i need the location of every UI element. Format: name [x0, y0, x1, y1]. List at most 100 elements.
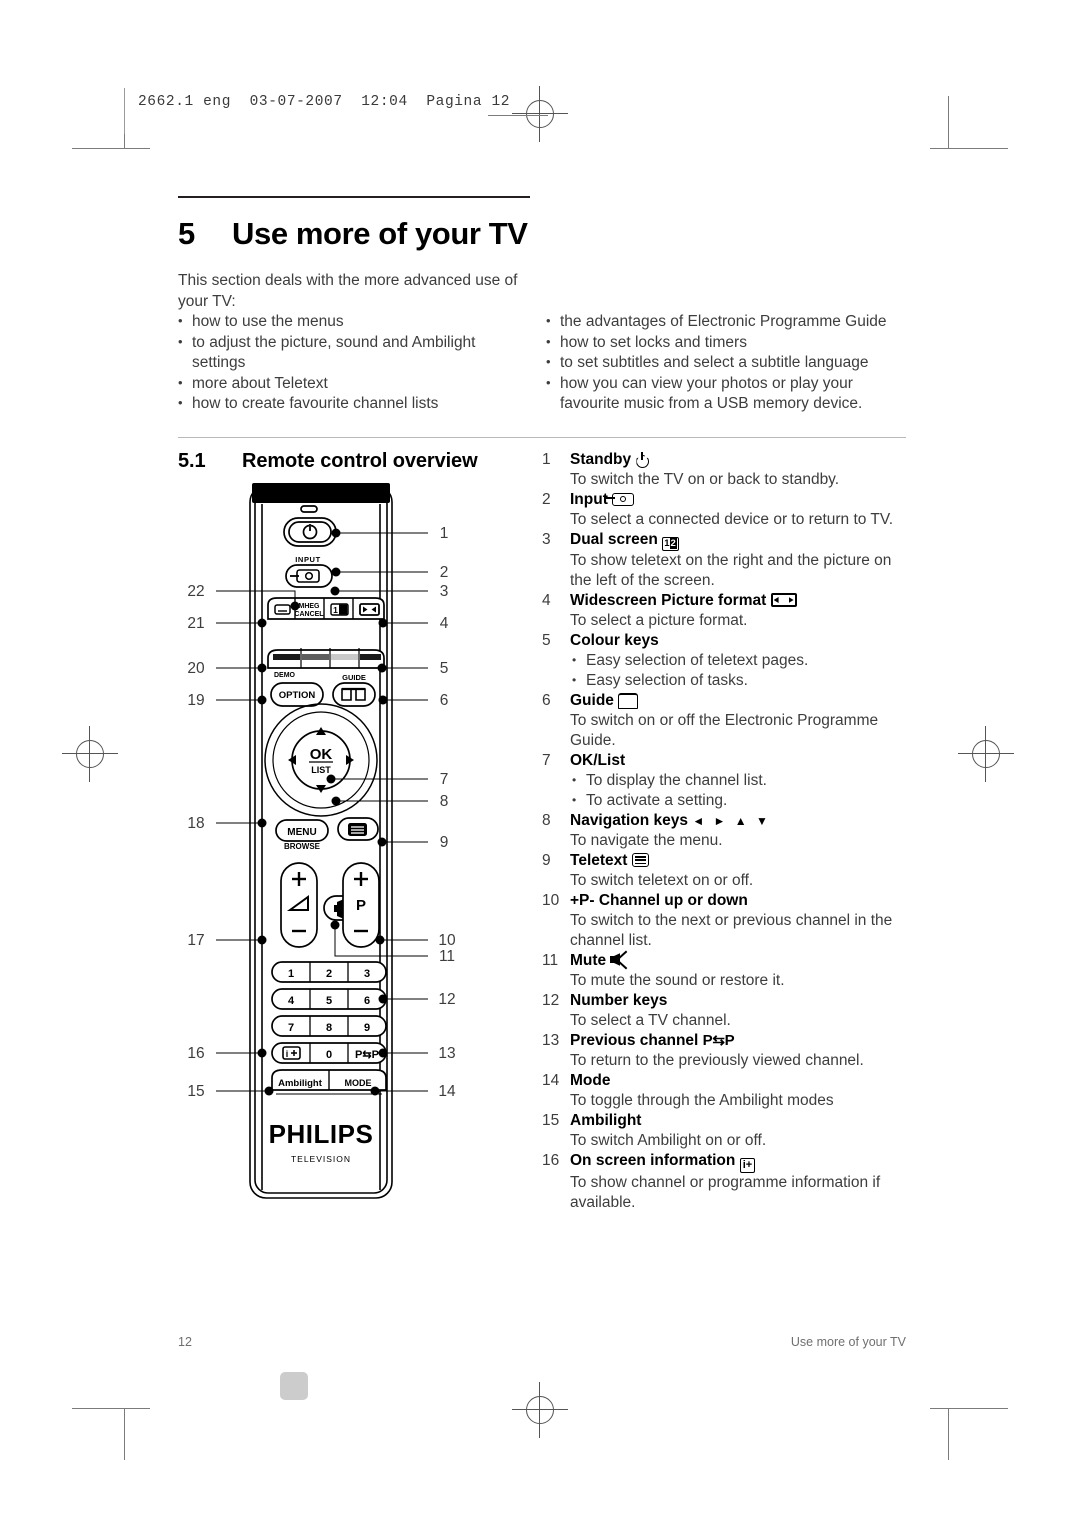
legend-entry-3: 3 Dual screen 12 To show teletext on the… — [542, 530, 914, 591]
svg-text:MHEG: MHEG — [299, 603, 321, 610]
running-title: Use more of your TV — [790, 1335, 906, 1349]
channel-rocker[interactable]: P — [342, 862, 380, 948]
legend-index: 1 — [542, 451, 551, 468]
svg-text:13: 13 — [438, 1045, 455, 1062]
legend-index: 13 — [542, 1032, 560, 1049]
previous-channel-icon: P⇆P — [702, 1032, 735, 1049]
legend-index: 10 — [542, 892, 560, 909]
legend-term-text: Previous channel — [570, 1032, 699, 1049]
legend-description: To select a picture format. — [570, 612, 748, 629]
colour-keys[interactable]: DEMO — [267, 648, 385, 679]
teletext-icon — [631, 853, 649, 867]
svg-text:10: 10 — [438, 932, 456, 949]
list-item: the advantages of Electronic Programme G… — [546, 311, 906, 333]
legend-term-text: Input — [570, 491, 608, 508]
guide-button[interactable]: GUIDE — [332, 673, 376, 707]
page-number: 12 — [178, 1335, 192, 1349]
legend-term-text: Widescreen Picture format — [570, 592, 767, 609]
legend-term-text: Dual screen — [570, 531, 658, 548]
section-title-text: Remote control overview — [242, 450, 478, 472]
crop-mark-bottom-left-h — [72, 1408, 150, 1409]
legend-term-text: Navigation keys — [570, 812, 689, 829]
svg-text:15: 15 — [187, 1083, 204, 1100]
svg-text:6: 6 — [440, 692, 449, 709]
legend-index: 5 — [542, 632, 551, 649]
legend-term: Mode — [570, 1072, 611, 1089]
option-button[interactable]: OPTION — [270, 682, 324, 707]
svg-text:22: 22 — [187, 583, 204, 600]
registration-mark-top — [512, 86, 568, 142]
remote-key-legend: 1 Standby To switch the TV on or back to… — [542, 450, 914, 1213]
legend-description: To switch on or off the Electronic Progr… — [570, 712, 879, 749]
svg-text:16: 16 — [187, 1045, 204, 1062]
section-rule — [178, 437, 906, 438]
input-button[interactable]: INPUT — [285, 555, 333, 588]
legend-term-text: Guide — [570, 692, 614, 709]
svg-text:Ambilight: Ambilight — [278, 1078, 323, 1089]
svg-text:4: 4 — [288, 995, 295, 1007]
chapter-number: 5 — [178, 216, 195, 251]
slug-text: 2662.1 eng 03-07-2007 12:04 Pagina 12 — [138, 94, 511, 110]
volume-rocker[interactable] — [280, 862, 318, 948]
legend-entry-6: 6 Guide To switch on or off the Electron… — [542, 691, 914, 751]
legend-entry-16: 16 On screen information i+ To show chan… — [542, 1151, 914, 1213]
svg-text:4: 4 — [440, 615, 449, 632]
svg-text:7: 7 — [440, 771, 449, 788]
legend-term: Dual screen 12 — [570, 530, 914, 551]
list-item: to set subtitles and select a subtitle l… — [546, 352, 906, 374]
intro-bullets-left: how to use the menus to adjust the pictu… — [178, 311, 523, 415]
svg-text:3: 3 — [440, 583, 449, 600]
mute-icon — [610, 950, 628, 970]
legend-entry-5: 5 Colour keys Easy selection of teletext… — [542, 631, 914, 691]
legend-description: To mute the sound or restore it. — [570, 972, 785, 989]
function-key-row[interactable]: MHEG CANCEL 1 2 — [267, 597, 387, 622]
legend-entry-2: 2 Input To select a connected device or … — [542, 490, 914, 530]
legend-term: Teletext — [570, 851, 914, 871]
brand-sub: TELEVISION — [291, 1154, 351, 1164]
legend-index: 15 — [542, 1112, 560, 1129]
legend-sub-item: Easy selection of teletext pages. — [570, 650, 914, 671]
svg-text:0: 0 — [326, 1049, 332, 1061]
svg-text:20: 20 — [187, 660, 205, 677]
legend-index: 4 — [542, 592, 551, 609]
page-title: 5 Use more of your TV — [178, 216, 528, 252]
legend-entry-12: 12 Number keys To select a TV channel. — [542, 991, 914, 1031]
legend-index: 7 — [542, 752, 551, 769]
list-item: how to set locks and timers — [546, 332, 906, 354]
legend-term: On screen information i+ — [570, 1151, 914, 1173]
crop-mark-top-left-h — [72, 148, 150, 149]
legend-term: Colour keys — [570, 632, 659, 649]
legend-description: To select a connected device or to retur… — [570, 511, 894, 528]
slug-rule — [124, 88, 125, 134]
number-keypad[interactable]: 1 2 3 4 5 6 7 8 9 i 0 P⇆P — [271, 961, 387, 1064]
teletext-button[interactable] — [337, 817, 379, 841]
legend-term: Guide — [570, 691, 914, 711]
legend-description: To return to the previously viewed chann… — [570, 1052, 864, 1069]
legend-term: OK/List — [570, 752, 626, 769]
legend-term: Navigation keys ◄ ► ▲ ▼ — [570, 811, 914, 831]
legend-index: 9 — [542, 852, 551, 869]
standby-button[interactable] — [283, 505, 337, 547]
svg-text:3: 3 — [364, 968, 370, 980]
list-item: how to create favourite channel lists — [178, 393, 523, 415]
legend-index: 8 — [542, 812, 551, 829]
legend-index: 14 — [542, 1072, 560, 1089]
svg-text:1: 1 — [288, 968, 294, 980]
legend-sub-item: To activate a setting. — [570, 790, 914, 811]
ambilight-mode-buttons[interactable]: Ambilight MODE — [271, 1069, 387, 1095]
legend-description: To navigate the menu. — [570, 832, 723, 849]
svg-text:8: 8 — [440, 793, 449, 810]
svg-text:19: 19 — [187, 692, 204, 709]
svg-text:12: 12 — [438, 991, 455, 1008]
legend-index: 2 — [542, 491, 551, 508]
crop-mark-top-right-v — [948, 96, 949, 148]
svg-text:5: 5 — [440, 660, 449, 677]
legend-entry-4: 4 Widescreen Picture format To select a … — [542, 591, 914, 631]
legend-entry-14: 14 Mode To toggle through the Ambilight … — [542, 1071, 914, 1111]
navigation-ring[interactable]: OK LIST — [264, 703, 378, 817]
crop-mark-bottom-right-h — [930, 1408, 1008, 1409]
menu-browse-button[interactable]: MENU BROWSE — [275, 819, 329, 851]
crop-mark-bottom-right-v — [948, 1408, 949, 1460]
legend-term: Number keys — [570, 992, 668, 1009]
section-number: 5.1 — [178, 450, 206, 472]
